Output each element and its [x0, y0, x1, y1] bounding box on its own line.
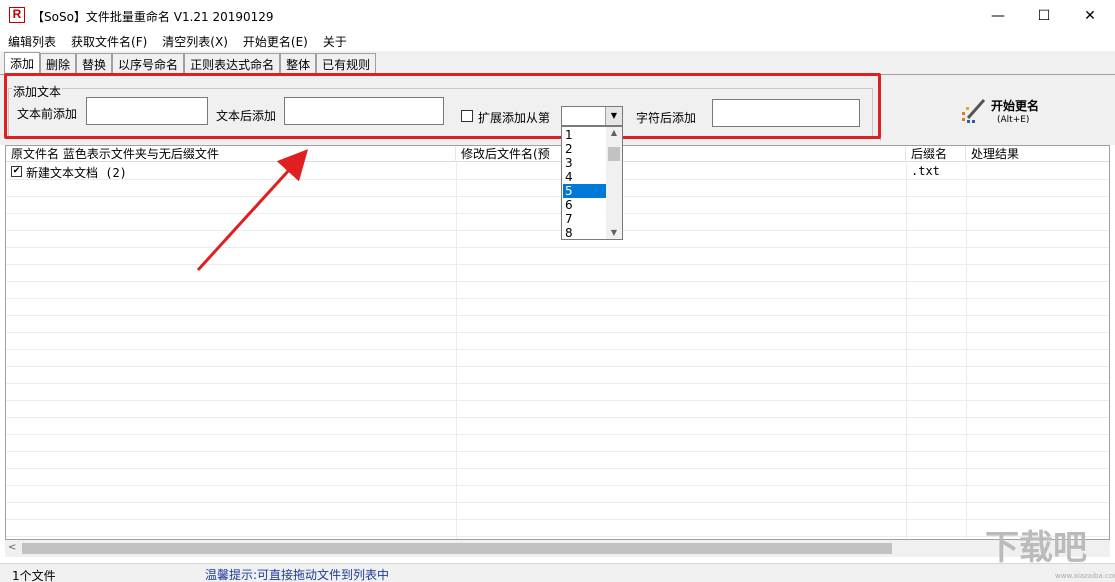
col-renamed-name[interactable]: 修改后文件名(预 [456, 146, 906, 162]
grid-divider [6, 468, 1109, 469]
col-result[interactable]: 处理结果 [966, 146, 1109, 162]
grid-divider [6, 264, 1109, 265]
grid-divider [6, 451, 1109, 452]
tab-add[interactable]: 添加 [4, 52, 41, 75]
row-original-name: 新建文本文档 (2) [26, 166, 127, 180]
grid-divider [6, 315, 1109, 316]
dropdown-option[interactable]: 8 [563, 226, 607, 240]
suffix-label: 文本后添加 [216, 109, 277, 123]
dropdown-option-selected[interactable]: 5 [563, 184, 607, 198]
dropdown-scroll-thumb[interactable] [608, 147, 620, 161]
start-rename-shortcut: (Alt+E) [997, 115, 1030, 125]
after-char-label: 字符后添加 [636, 111, 697, 125]
grid-divider [456, 162, 457, 539]
grid-divider [6, 434, 1109, 435]
maximize-button[interactable]: ☐ [1021, 0, 1067, 31]
suffix-input[interactable] [284, 97, 444, 125]
tab-replace[interactable]: 替换 [76, 53, 113, 75]
grid-divider [6, 196, 1109, 197]
grid-divider [6, 366, 1109, 367]
grid-divider [6, 536, 1109, 537]
grid-divider [6, 519, 1109, 520]
dropdown-scrollbar[interactable]: ▲ ▼ [606, 127, 622, 239]
menu-get-filenames[interactable]: 获取文件名(F) [63, 31, 154, 51]
scroll-down-icon[interactable]: ▼ [606, 227, 622, 239]
chevron-down-icon[interactable]: ▼ [605, 107, 622, 125]
menu-bar: 编辑列表 获取文件名(F) 清空列表(X) 开始更名(E) 关于 [0, 31, 1115, 51]
prefix-input[interactable] [86, 97, 208, 125]
app-logo-icon: R [9, 7, 25, 23]
horizontal-scroll-thumb[interactable] [22, 543, 892, 554]
position-select[interactable]: ▼ [561, 106, 623, 126]
title-bar: R 【SoSo】文件批量重命名 V1.21 20190129 — ☐ ✕ [0, 0, 1115, 31]
scroll-up-icon[interactable]: ▲ [606, 127, 622, 139]
grid-divider [6, 332, 1109, 333]
scroll-left-icon[interactable]: < [8, 542, 16, 553]
tab-sequence[interactable]: 以序号命名 [112, 53, 185, 75]
grid-divider [6, 213, 1109, 214]
tab-whole[interactable]: 整体 [280, 53, 317, 75]
menu-clear-list[interactable]: 清空列表(X) [154, 31, 235, 51]
row-checkbox[interactable]: ✔ [11, 166, 22, 177]
grid-divider [966, 162, 967, 539]
col-original-name[interactable]: 原文件名 蓝色表示文件夹与无后缀文件 [6, 146, 456, 162]
grid-divider [6, 383, 1109, 384]
tab-strip: 添加 删除 替换 以序号命名 正则表达式命名 整体 已有规则 [0, 51, 1115, 75]
after-char-input[interactable] [712, 99, 860, 127]
drag-hint: 温馨提示:可直接拖动文件到列表中 [205, 568, 390, 582]
col-extension[interactable]: 后缀名 [906, 146, 966, 162]
grid-divider [6, 349, 1109, 350]
grid-divider [6, 179, 1109, 180]
grid-divider [906, 162, 907, 539]
dropdown-option[interactable]: 2 [563, 142, 607, 156]
dropdown-option[interactable]: 4 [563, 170, 607, 184]
position-dropdown-list: 1 2 3 4 5 6 7 8 ▲ ▼ [561, 126, 623, 240]
dropdown-option[interactable]: 7 [563, 212, 607, 226]
menu-about[interactable]: 关于 [315, 31, 354, 51]
window-title: 【SoSo】文件批量重命名 V1.21 20190129 [32, 10, 274, 24]
grid-divider [6, 417, 1109, 418]
row-extension: .txt [911, 164, 940, 178]
grid-divider [6, 247, 1109, 248]
extend-add-label: 扩展添加从第 [478, 111, 551, 125]
grid-divider [6, 298, 1109, 299]
start-rename-button[interactable]: 开始更名 (Alt+E) [880, 78, 1112, 141]
start-rename-label: 开始更名 [991, 99, 1040, 113]
menu-start-rename[interactable]: 开始更名(E) [235, 31, 315, 51]
dropdown-option[interactable]: 3 [563, 156, 607, 170]
rename-wand-icon [962, 99, 986, 123]
menu-edit-list[interactable]: 编辑列表 [0, 31, 63, 51]
list-header: 原文件名 蓝色表示文件夹与无后缀文件 修改后文件名(预 后缀名 处理结果 [6, 146, 1109, 162]
file-count: 1个文件 [12, 569, 56, 582]
grid-divider [6, 281, 1109, 282]
tab-existing-rules[interactable]: 已有规则 [316, 53, 377, 75]
watermark-logo: 下载吧 [985, 528, 1087, 568]
add-text-group-title: 添加文本 [12, 83, 63, 100]
file-list[interactable]: 原文件名 蓝色表示文件夹与无后缀文件 修改后文件名(预 后缀名 处理结果 ✔ 新… [5, 145, 1110, 540]
prefix-label: 文本前添加 [17, 107, 78, 121]
grid-divider [6, 485, 1109, 486]
dropdown-option[interactable]: 6 [563, 198, 607, 212]
grid-divider [6, 502, 1109, 503]
grid-divider [6, 400, 1109, 401]
grid-divider [6, 230, 1109, 231]
extend-add-checkbox[interactable] [461, 110, 473, 122]
status-bar: 1个文件 温馨提示:可直接拖动文件到列表中 [0, 563, 1115, 582]
dropdown-option[interactable]: 1 [563, 128, 607, 142]
tab-delete[interactable]: 删除 [40, 53, 77, 75]
watermark-url: www.xiazaiba.com [1055, 572, 1115, 580]
close-button[interactable]: ✕ [1067, 0, 1113, 31]
tab-regex[interactable]: 正则表达式命名 [184, 53, 281, 75]
horizontal-scrollbar[interactable]: < [5, 540, 1110, 557]
minimize-button[interactable]: — [975, 0, 1021, 31]
